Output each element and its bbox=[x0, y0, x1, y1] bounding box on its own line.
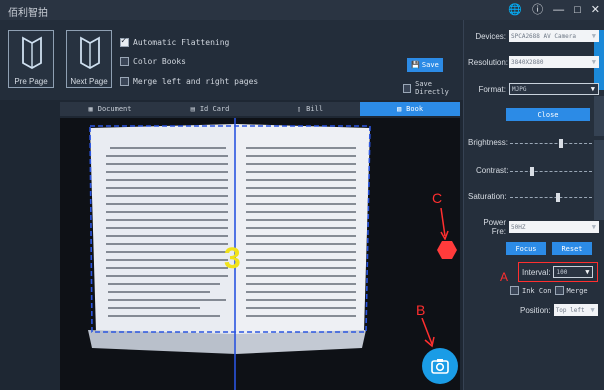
chevron-down-icon: ▼ bbox=[591, 223, 596, 231]
annotation-c: C bbox=[432, 190, 443, 206]
arrow-to-camera-icon bbox=[421, 318, 435, 348]
save-icon: 💾 bbox=[411, 61, 420, 69]
checkbox-merge-pages[interactable] bbox=[120, 77, 129, 86]
format-row: Format: MJPG ▼ bbox=[468, 83, 599, 95]
devices-select[interactable]: SPCA2688 AV Camera ▼ bbox=[509, 30, 599, 42]
brightness-knob[interactable] bbox=[558, 139, 563, 148]
saturation-slider[interactable]: Saturation: bbox=[468, 190, 596, 204]
annotation-a: A bbox=[500, 270, 509, 284]
next-page-label: Next Page bbox=[70, 77, 108, 86]
contrast-track[interactable] bbox=[510, 171, 592, 173]
tab-document[interactable]: ▦ Document bbox=[60, 102, 160, 116]
page-number-overlay: 3 bbox=[224, 242, 241, 275]
toolbar: Pre Page Next Page Automatic Flattening … bbox=[0, 20, 463, 100]
book-page-icon bbox=[22, 36, 42, 69]
contrast-slider[interactable]: Contrast: bbox=[468, 164, 596, 178]
arrow-to-marker-icon bbox=[440, 208, 449, 240]
book-preview-image bbox=[60, 118, 460, 390]
info-icon[interactable]: ⓘ bbox=[532, 0, 543, 20]
app-title: 佰利智拍 bbox=[8, 8, 48, 19]
power-frequency-select[interactable]: 50HZ ▼ bbox=[509, 221, 599, 233]
side-tab-2[interactable] bbox=[594, 96, 604, 136]
interval-select[interactable]: 100 ▼ bbox=[553, 266, 594, 278]
capture-button[interactable] bbox=[422, 348, 458, 384]
tab-book[interactable]: ▧ Book bbox=[360, 102, 460, 116]
position-select[interactable]: Top left ▼ bbox=[553, 304, 598, 316]
devices-row: Devices: SPCA2688 AV Camera ▼ bbox=[468, 30, 599, 42]
save-button[interactable]: 💾 Save bbox=[407, 58, 443, 72]
checkbox-color-books[interactable] bbox=[120, 57, 129, 66]
bill-icon: ▯ bbox=[296, 105, 302, 113]
resolution-row: Resolution: 3840X2880 ▼ bbox=[468, 56, 599, 68]
red-hexagon-marker-icon bbox=[437, 241, 457, 259]
mode-tabs: ▦ Document ▤ Id Card ▯ Bill ▧ Book bbox=[60, 102, 460, 116]
option-merge-pages[interactable]: Merge left and right pages bbox=[120, 77, 258, 86]
brightness-track[interactable] bbox=[510, 143, 592, 145]
idcard-icon: ▤ bbox=[190, 105, 195, 113]
interval-row: Interval: 100 ▼ bbox=[522, 266, 594, 278]
close-icon[interactable]: ✕ bbox=[591, 0, 600, 20]
checkbox-ink-con[interactable] bbox=[510, 286, 519, 295]
reset-button[interactable]: Reset bbox=[552, 242, 592, 255]
camera-preview: 3 bbox=[60, 118, 460, 390]
resolution-select[interactable]: 3840X2880 ▼ bbox=[509, 56, 599, 68]
title-bar: 佰利智拍 🌐 ⓘ — □ ✕ bbox=[0, 0, 604, 20]
position-row: Position: Top left ▼ bbox=[520, 304, 598, 316]
saturation-knob[interactable] bbox=[555, 193, 560, 202]
power-frequency-row: Power Fre: 50HZ ▼ bbox=[468, 218, 599, 236]
close-button[interactable]: Close bbox=[506, 108, 590, 121]
option-automatic-flattening[interactable]: Automatic Flattening bbox=[120, 36, 229, 47]
checkbox-save-directly[interactable] bbox=[403, 83, 412, 93]
annotation-b: B bbox=[416, 302, 426, 318]
settings-panel: Devices: SPCA2688 AV Camera ▼ Resolution… bbox=[463, 20, 604, 390]
save-directly-option[interactable]: Save Directly bbox=[403, 80, 463, 96]
chevron-down-icon: ▼ bbox=[591, 32, 596, 40]
brightness-slider[interactable]: Brightness: bbox=[468, 136, 596, 150]
minimize-icon[interactable]: — bbox=[553, 0, 564, 20]
chevron-down-icon: ▼ bbox=[591, 58, 596, 66]
globe-icon[interactable]: 🌐 bbox=[508, 0, 522, 20]
book-icon: ▧ bbox=[396, 105, 402, 113]
format-select[interactable]: MJPG ▼ bbox=[509, 83, 599, 95]
saturation-track[interactable] bbox=[510, 197, 592, 199]
option-color-books[interactable]: Color Books bbox=[120, 57, 186, 66]
checkbox-merge[interactable] bbox=[554, 286, 564, 295]
focus-button[interactable]: Focus bbox=[506, 242, 546, 255]
contrast-knob[interactable] bbox=[530, 167, 535, 176]
pre-page-label: Pre Page bbox=[14, 77, 48, 86]
side-tab-3[interactable] bbox=[594, 140, 604, 220]
ink-merge-row: Ink Con Merge bbox=[510, 286, 588, 295]
chevron-down-icon: ▼ bbox=[590, 306, 595, 314]
tab-bill[interactable]: ▯ Bill bbox=[260, 102, 360, 116]
tab-id-card[interactable]: ▤ Id Card bbox=[160, 102, 260, 116]
maximize-icon[interactable]: □ bbox=[574, 0, 581, 20]
chevron-down-icon: ▼ bbox=[590, 85, 595, 93]
document-icon: ▦ bbox=[88, 105, 93, 113]
pre-page-button[interactable]: Pre Page bbox=[8, 30, 54, 88]
next-page-button[interactable]: Next Page bbox=[66, 30, 112, 88]
checkbox-automatic-flattening[interactable] bbox=[120, 36, 129, 47]
camera-icon bbox=[431, 359, 449, 374]
chevron-down-icon: ▼ bbox=[585, 268, 590, 276]
book-page-icon bbox=[80, 36, 100, 69]
